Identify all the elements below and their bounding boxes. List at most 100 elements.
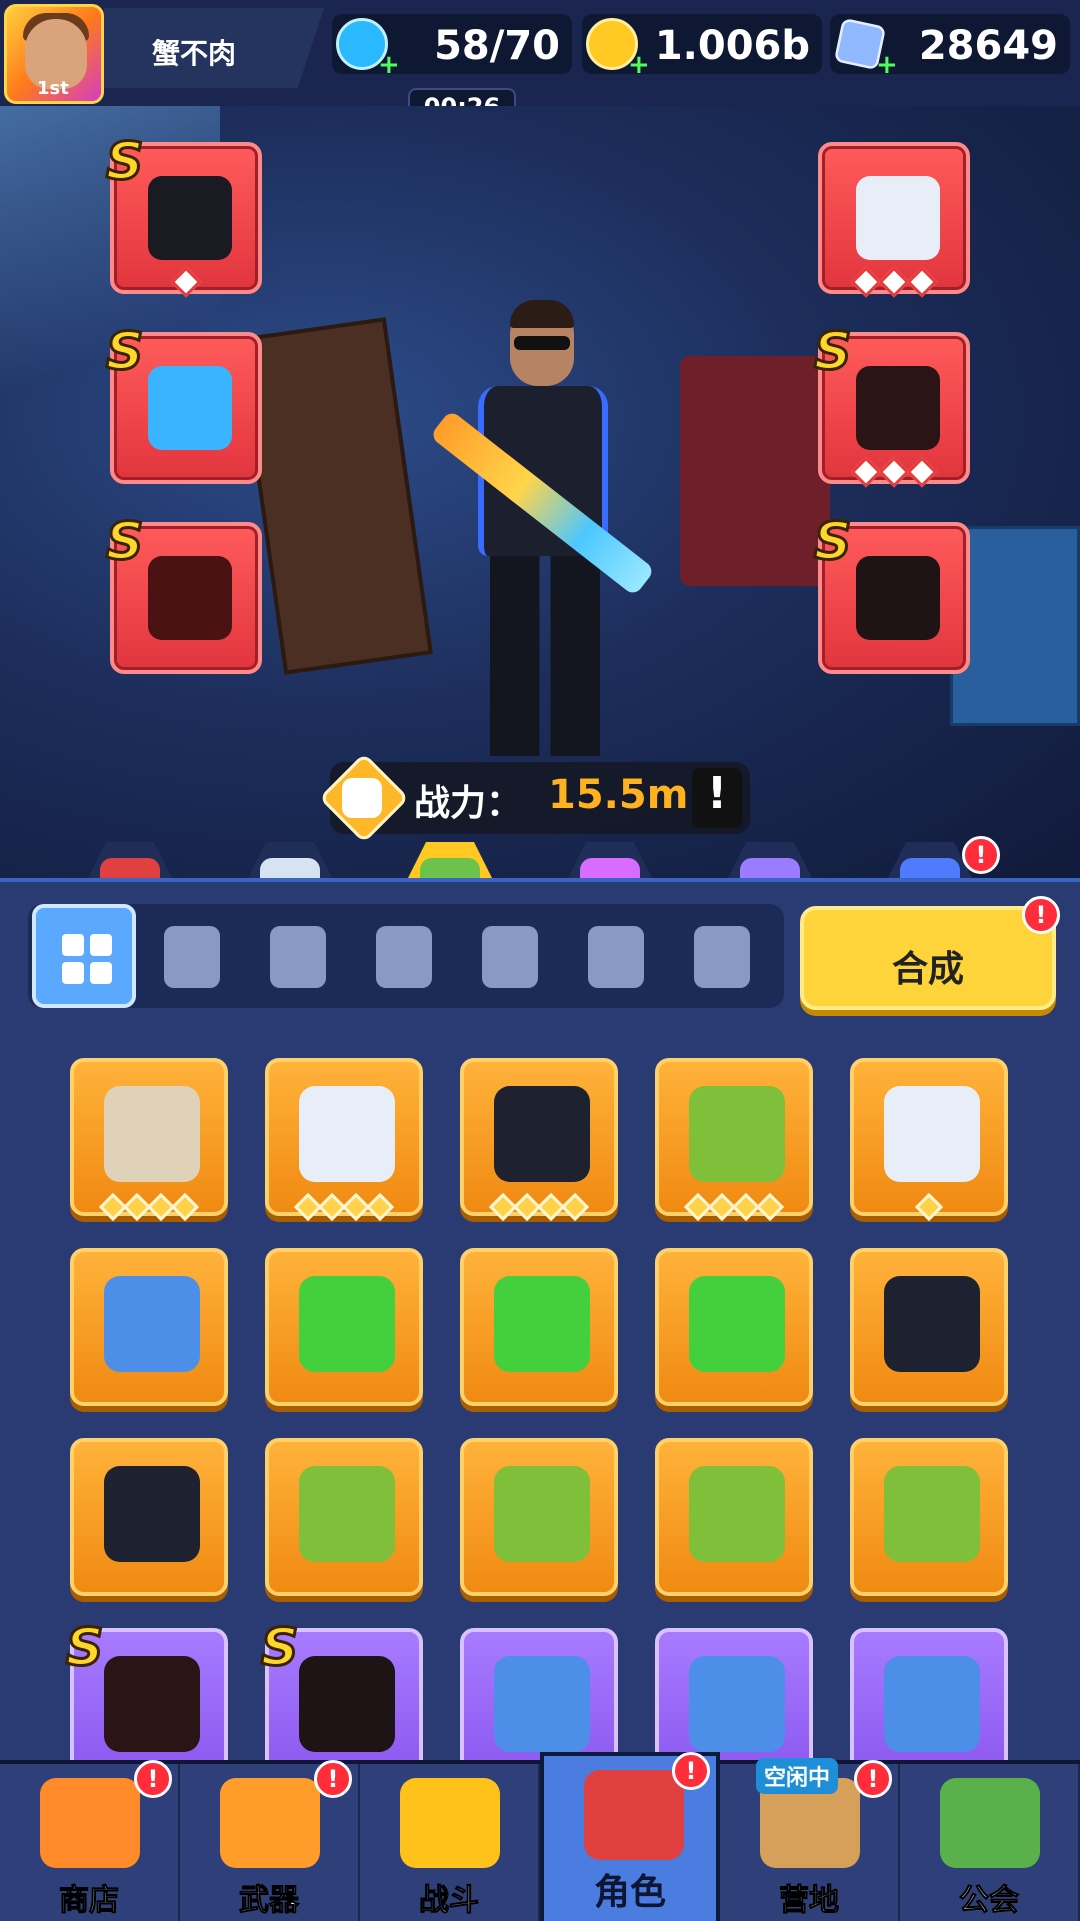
inventory-item[interactable]: [460, 1248, 618, 1406]
filter-tab-boots[interactable]: [668, 904, 772, 1008]
nav-tab-4[interactable]: 营地! 空闲中: [720, 1758, 900, 1921]
gold-counter[interactable]: + 1.006b: [582, 14, 822, 80]
energy-plate-icon: [299, 1276, 395, 1372]
star-icon: [906, 456, 938, 488]
filter-tab-glove[interactable]: [138, 904, 242, 1008]
filter-tabs: [28, 904, 784, 1008]
gem-counter[interactable]: + 28649: [830, 14, 1070, 80]
star-icon: [560, 1192, 590, 1222]
grade-badge: S: [812, 321, 852, 384]
inventory-item[interactable]: [655, 1058, 813, 1222]
equipped-slot-left-0[interactable]: S: [104, 131, 262, 298]
add-gem-icon[interactable]: +: [876, 50, 898, 80]
star-rating: [822, 266, 966, 298]
white-jacket-icon: [856, 176, 940, 260]
blue-grenade-icon: [104, 1276, 200, 1372]
grade-badge: S: [64, 1617, 104, 1680]
grade-badge: S: [104, 511, 144, 574]
energy-counter[interactable]: + 58/70: [332, 14, 572, 80]
combat-power-panel: 战力： 15.5m !: [318, 752, 750, 844]
filter-tab-pants[interactable]: [562, 904, 666, 1008]
nav-icon: [40, 1778, 140, 1868]
green-boots-icon: [299, 1466, 395, 1562]
wooden-board: [237, 317, 433, 675]
equipped-slot-left-2[interactable]: S: [104, 511, 262, 674]
equipped-slot-left-1[interactable]: S: [104, 321, 262, 484]
nav-tab-2[interactable]: 战斗: [360, 1764, 540, 1921]
black-pants-icon: [884, 1276, 980, 1372]
nav-label: 公会: [959, 1883, 1020, 1919]
armored-pants-icon: [856, 366, 940, 450]
inventory-item[interactable]: [265, 1248, 423, 1406]
nav-tab-5[interactable]: 公会: [900, 1764, 1080, 1921]
inventory-item[interactable]: [655, 1248, 813, 1406]
star-rating: [74, 1192, 224, 1222]
inventory-item[interactable]: [460, 1438, 618, 1596]
inventory-item[interactable]: [850, 1438, 1008, 1596]
equipped-slot-right-0[interactable]: [818, 142, 970, 298]
nav-alert-badge: !: [672, 1752, 710, 1790]
nav-tab-0[interactable]: 商店!: [0, 1760, 180, 1921]
merge-button[interactable]: 合成 !: [800, 896, 1060, 1010]
grade-badge: S: [104, 131, 144, 194]
hero-hair: [510, 300, 574, 328]
inventory-item[interactable]: [655, 1438, 813, 1596]
add-energy-icon[interactable]: +: [378, 50, 400, 80]
nav-icon: [940, 1778, 1040, 1868]
add-gold-icon[interactable]: +: [628, 50, 650, 80]
idle-status-badge: 空闲中: [756, 1758, 839, 1794]
inventory-item[interactable]: [265, 1438, 423, 1596]
star-rating: [114, 266, 258, 298]
nav-label: 战斗: [419, 1883, 480, 1919]
category-alert-badge: !: [962, 836, 1000, 874]
star-icon: [850, 266, 882, 298]
nav-tab-3[interactable]: 角色!: [540, 1752, 720, 1921]
white-jacket-icon: [299, 1086, 395, 1182]
equipped-slot-right-2[interactable]: S: [812, 511, 970, 674]
shield-badge-icon: [148, 366, 232, 450]
inventory-item[interactable]: [70, 1058, 228, 1222]
power-info-button[interactable]: !: [692, 768, 742, 828]
player-name-box[interactable]: 蟹不肉: [104, 8, 324, 88]
inventory-item[interactable]: [460, 1058, 618, 1222]
white-jacket-icon: [884, 1086, 980, 1182]
bottom-navigation: 商店! 武器! 战斗 角色! 营地! 空闲中 公会: [0, 1752, 1080, 1921]
star-icon: [878, 456, 910, 488]
star-icon: [878, 266, 910, 298]
star-icon: [170, 266, 202, 298]
inventory-item[interactable]: [265, 1058, 423, 1222]
filter-tab-all[interactable]: [32, 904, 136, 1008]
weapon-core-icon: [148, 176, 232, 260]
grade-badge: S: [259, 1617, 299, 1680]
blue-grenade-icon: [494, 1656, 590, 1752]
blue-grenade-icon: [689, 1656, 785, 1752]
grid-icon: [62, 934, 114, 986]
merge-alert-badge: !: [1022, 896, 1060, 934]
nav-icon: [584, 1770, 684, 1860]
star-icon: [906, 266, 938, 298]
equipment-filter-bar: 合成 !: [0, 878, 1080, 1024]
boots-icon: [694, 926, 750, 988]
vest-icon: [482, 926, 538, 988]
inventory-item[interactable]: [850, 1058, 1008, 1222]
filter-tab-vest[interactable]: [456, 904, 560, 1008]
grade-badge: S: [812, 511, 852, 574]
equipped-slot-right-1[interactable]: S: [812, 321, 970, 488]
nav-label: 营地: [779, 1883, 840, 1919]
inventory-item[interactable]: [70, 1248, 228, 1406]
energy-plate-icon: [689, 1276, 785, 1372]
hero-character[interactable]: [430, 300, 650, 766]
game-screen: 1st 蟹不肉 + 58/70 00:26 + 1.006b + 28649: [0, 0, 1080, 1921]
black-pants-icon: [494, 1086, 590, 1182]
player-avatar[interactable]: 1st: [4, 4, 104, 104]
nav-tab-1[interactable]: 武器!: [180, 1760, 360, 1921]
filter-tab-necklace[interactable]: [350, 904, 454, 1008]
filter-tab-chest[interactable]: [244, 904, 348, 1008]
star-icon: [914, 1192, 944, 1222]
inventory-item[interactable]: [70, 1438, 228, 1596]
armored-boots-icon: [299, 1656, 395, 1752]
top-status-bar: 1st 蟹不肉 + 58/70 00:26 + 1.006b + 28649: [0, 0, 1080, 126]
inventory-item[interactable]: [850, 1248, 1008, 1406]
power-label: 战力：: [414, 783, 523, 824]
fist-icon-inner: [342, 778, 382, 818]
